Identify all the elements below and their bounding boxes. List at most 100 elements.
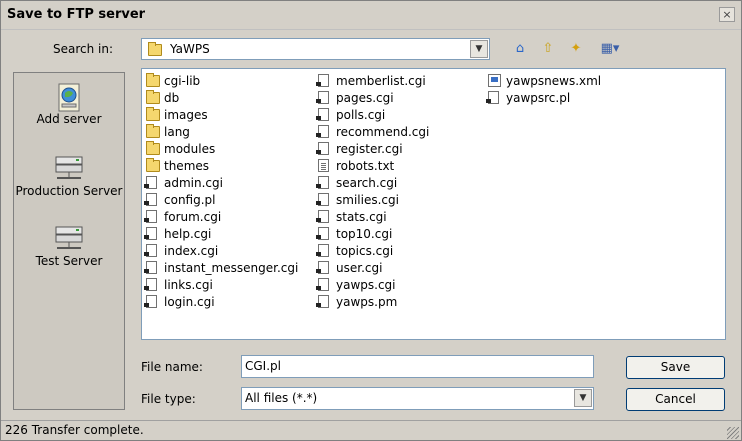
file-name: themes [164,159,210,173]
file-name: login.cgi [164,295,215,309]
file-name: pages.cgi [336,91,394,105]
file-item[interactable]: yawpsrc.pl [486,90,601,107]
folder-icon [146,107,160,121]
file-name: modules [164,142,216,156]
file-name: admin.cgi [164,176,223,190]
file-item[interactable]: config.pl [144,192,298,209]
file-name: index.cgi [164,244,219,258]
file-item[interactable]: index.cgi [144,243,298,260]
place-label: Test Server [35,254,103,268]
file-name: register.cgi [336,142,403,156]
resize-grip-icon[interactable] [727,427,739,439]
script-file-icon [316,244,329,257]
file-column-2: memberlist.cgi pages.cgi polls.cgi recommen… [316,73,429,311]
window-title: Save to FTP server [7,7,146,22]
close-icon[interactable]: × [719,7,735,22]
file-name: yawpsrc.pl [506,91,571,105]
file-item[interactable]: user.cgi [316,260,429,277]
file-item[interactable]: smilies.cgi [316,192,429,209]
file-item[interactable]: links.cgi [144,277,298,294]
file-name: links.cgi [164,278,213,292]
file-item[interactable]: robots.txt [316,158,429,175]
file-item[interactable]: yawps.cgi [316,277,429,294]
file-name: memberlist.cgi [336,74,426,88]
file-name: config.pl [164,193,216,207]
script-file-icon [316,210,329,223]
script-file-icon [316,227,329,240]
file-item[interactable]: topics.cgi [316,243,429,260]
file-name: top10.cgi [336,227,393,241]
title-bar[interactable]: Save to FTP server × [1,1,741,30]
file-item[interactable]: yawpsnews.xml [486,73,601,90]
file-item[interactable]: yawps.pm [316,294,429,311]
script-file-icon [144,261,157,274]
file-item[interactable]: instant_messenger.cgi [144,260,298,277]
file-list[interactable]: cgi-lib db images lang modules themes admin.cg… [141,68,726,340]
file-item[interactable]: forum.cgi [144,209,298,226]
chevron-down-icon[interactable]: ▼ [470,40,488,58]
chevron-down-icon[interactable]: ▼ [574,389,592,407]
file-item[interactable]: top10.cgi [316,226,429,243]
file-column-3: yawpsnews.xml yawpsrc.pl [486,73,601,107]
file-name: db [164,91,180,105]
file-item[interactable]: memberlist.cgi [316,73,429,90]
script-file-icon [316,108,329,121]
script-file-icon [316,74,329,87]
folder-icon [146,124,160,138]
places-bar: Add server Production Server Test Server [13,72,125,410]
script-file-icon [486,91,499,104]
file-item[interactable]: recommend.cgi [316,124,429,141]
script-file-icon [144,193,157,206]
file-name: topics.cgi [336,244,394,258]
file-name: instant_messenger.cgi [164,261,299,275]
file-item[interactable]: images [144,107,298,124]
file-item[interactable]: themes [144,158,298,175]
place-add-server[interactable]: Add server [14,83,124,126]
file-name: yawps.pm [336,295,398,309]
new-folder-icon[interactable]: ✦ [567,40,585,58]
view-menu-icon[interactable]: ▦▾ [595,40,625,58]
up-folder-icon[interactable]: ⇧ [539,40,557,58]
file-item[interactable]: stats.cgi [316,209,429,226]
status-bar: 226 Transfer complete. [1,420,741,441]
file-item[interactable]: polls.cgi [316,107,429,124]
status-text: 226 Transfer complete. [5,423,144,437]
file-item[interactable]: search.cgi [316,175,429,192]
file-item[interactable]: admin.cgi [144,175,298,192]
file-name: images [164,108,208,122]
search-in-combo[interactable]: YaWPS ▼ [141,38,490,60]
file-item[interactable]: login.cgi [144,294,298,311]
script-file-icon [144,244,157,257]
file-item[interactable]: pages.cgi [316,90,429,107]
place-test-server[interactable]: Test Server [14,225,124,268]
save-button[interactable]: Save [626,356,725,379]
script-file-icon [144,295,157,308]
folder-icon [146,73,160,87]
file-name: polls.cgi [336,108,386,122]
script-file-icon [316,142,329,155]
server-icon [53,225,85,251]
place-production-server[interactable]: Production Server [14,155,124,198]
file-item[interactable]: help.cgi [144,226,298,243]
file-item[interactable]: modules [144,141,298,158]
file-item[interactable]: cgi-lib [144,73,298,90]
file-type-select[interactable]: All files (*.*) ▼ [241,387,594,410]
script-file-icon [316,125,329,138]
script-file-icon [144,210,157,223]
add-server-icon [53,83,85,112]
file-item[interactable]: db [144,90,298,107]
search-in-label: Search in: [53,42,114,56]
file-name: help.cgi [164,227,212,241]
save-to-ftp-dialog: Save to FTP server × Search in: YaWPS ▼ … [0,0,742,441]
file-item[interactable]: lang [144,124,298,141]
script-file-icon [316,261,329,274]
file-name: lang [164,125,190,139]
place-label: Add server [36,112,102,126]
file-item[interactable]: register.cgi [316,141,429,158]
file-name: stats.cgi [336,210,387,224]
home-up-icon[interactable]: ⌂ [511,40,529,58]
file-name-input[interactable]: CGI.pl [241,355,594,378]
cancel-button[interactable]: Cancel [626,388,725,411]
file-name: yawps.cgi [336,278,396,292]
file-name: robots.txt [336,159,395,173]
